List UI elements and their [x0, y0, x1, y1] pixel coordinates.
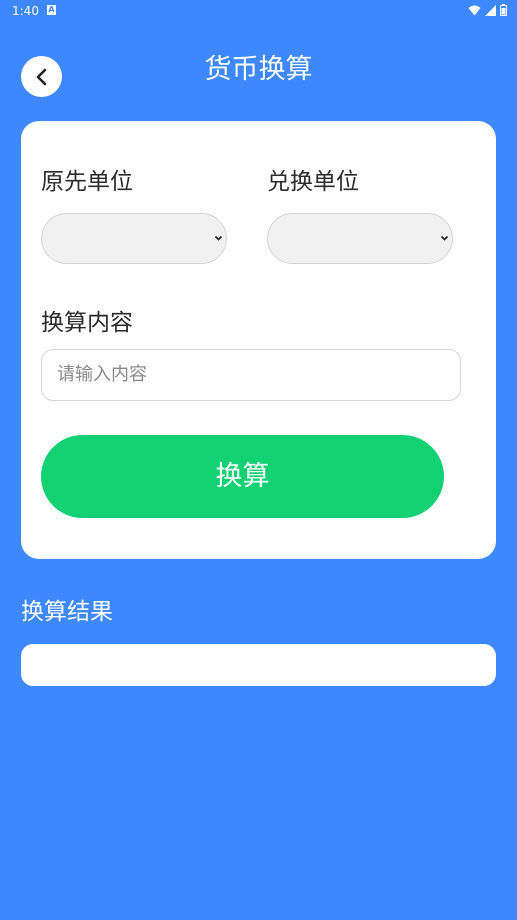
status-icons	[468, 4, 507, 16]
signal-icon	[485, 4, 496, 16]
target-unit-label: 兑换单位	[267, 169, 359, 195]
status-bar: 1:40 A	[0, 0, 517, 22]
source-unit-select[interactable]	[41, 213, 227, 264]
page-title: 货币换算	[204, 54, 313, 85]
chevron-down-icon	[440, 235, 449, 241]
amount-label: 换算内容	[41, 310, 133, 336]
convert-button[interactable]: 换算	[41, 435, 444, 518]
result-box	[21, 644, 496, 686]
result-label: 换算结果	[21, 599, 113, 625]
wifi-icon	[468, 5, 481, 15]
battery-icon	[500, 4, 507, 16]
source-unit-label: 原先单位	[41, 169, 133, 195]
amount-input[interactable]: 请输入内容	[41, 349, 461, 401]
conversion-card: 原先单位 兑换单位 换算内容 请输入内容 换算	[21, 121, 496, 559]
chevron-down-icon	[214, 235, 223, 241]
target-unit-select[interactable]	[267, 213, 453, 264]
status-time: 1:40	[12, 4, 39, 18]
a-icon: A	[47, 5, 56, 15]
